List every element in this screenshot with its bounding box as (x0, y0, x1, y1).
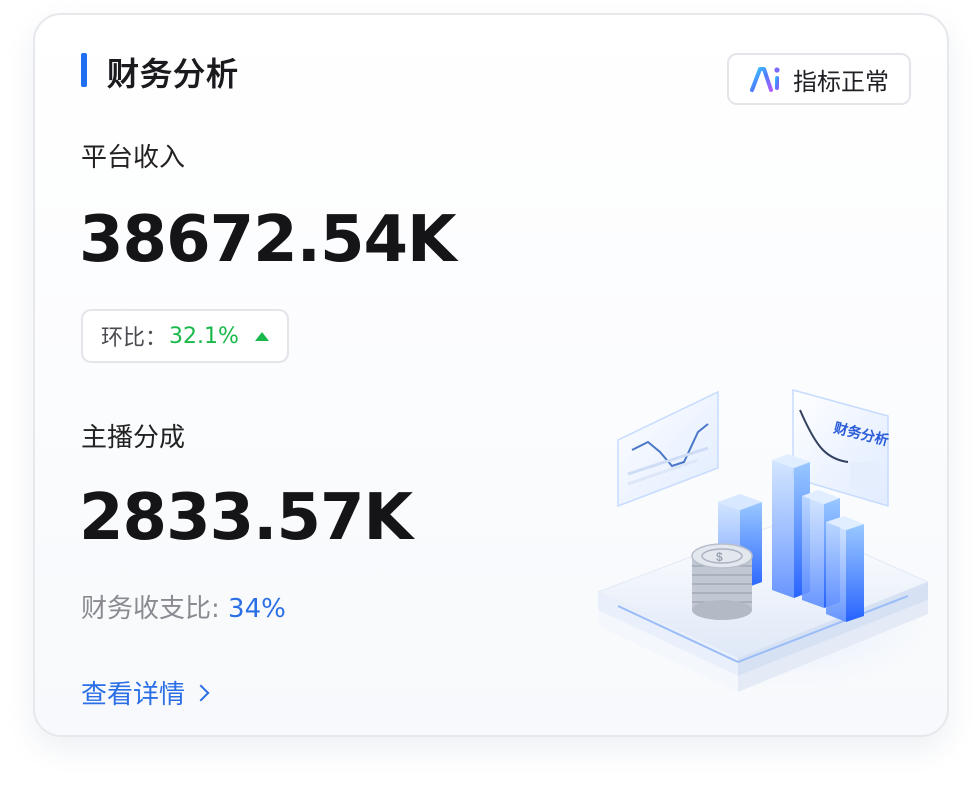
view-details-label: 查看详情 (81, 680, 186, 710)
finance-ratio-label: 财务收支比: (81, 594, 229, 624)
status-badge[interactable]: 指标正常 (727, 53, 911, 105)
chevron-right-icon (192, 684, 210, 701)
finance-ratio: 财务收支比: 34% (81, 588, 286, 625)
badge-label: 指标正常 (793, 67, 889, 96)
title-accent-bar (81, 53, 87, 87)
mom-value: 32.1% (169, 323, 239, 349)
mom-chip: 环比： 32.1% (81, 309, 289, 363)
coin-stack: $ (691, 543, 753, 620)
anchor-share-label: 主播分成 (81, 423, 186, 453)
floating-chart-panel-left (617, 390, 719, 508)
anchor-share-value: 2833.57K (79, 481, 413, 555)
svg-text:$: $ (716, 550, 723, 564)
platform-revenue-value: 38672.54K (79, 203, 457, 277)
ai-logo-icon (750, 67, 780, 92)
up-triangle-icon (254, 331, 269, 341)
finance-ratio-value: 34% (228, 594, 286, 624)
platform-revenue-label: 平台收入 (81, 143, 186, 173)
finance-analysis-card: 财务分析 指标正常 平台收入 38672.54K 环比： 32.1% 主播分成 … (33, 13, 949, 737)
view-details-link[interactable]: 查看详情 (81, 674, 210, 711)
finance-illustration: 财务分析 $ (596, 389, 947, 700)
card-title: 财务分析 (107, 55, 240, 93)
mom-label: 环比： (101, 326, 168, 351)
